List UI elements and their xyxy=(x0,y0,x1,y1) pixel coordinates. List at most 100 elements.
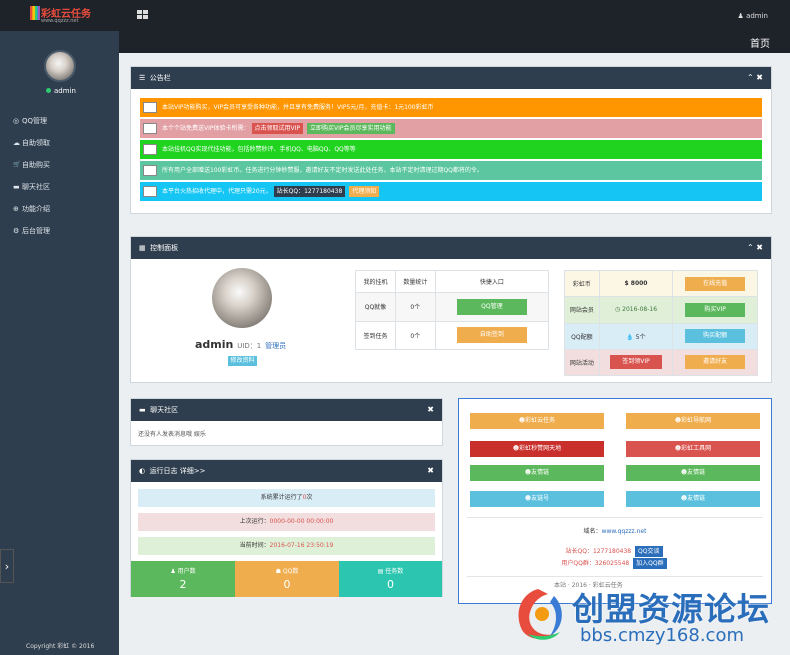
dashboard-icon: ▦ xyxy=(139,244,146,252)
admin-qq-chip[interactable]: 站长QQ：1277180438 xyxy=(273,186,346,197)
table-cell: 💧 5个 xyxy=(598,322,674,350)
table-cell: ◷ 2016-08-16 xyxy=(598,296,674,324)
runtime-panel-header: ◐ 运行日志 详细>> ✖ xyxy=(131,460,442,482)
sidebar-item-admin[interactable]: ⚙ 后台管理 xyxy=(13,225,113,247)
join-group-button[interactable]: 加入QQ群 xyxy=(633,558,667,569)
copyright: Copyright 彩虹 © 2016 xyxy=(26,643,95,650)
notice-row: 本站挂机QQ实现代挂功能，包括秒赞秒评、手机QQ、电脑QQ、QQ等等 xyxy=(140,140,762,159)
breadcrumb-home[interactable]: 首页 xyxy=(750,35,770,50)
page-header xyxy=(119,31,790,53)
table-cell: QQ就像 xyxy=(355,292,396,322)
self-signin-button[interactable]: 自助签到 xyxy=(456,327,527,344)
runtime-panel-title[interactable]: 运行日志 详细>> xyxy=(150,467,206,475)
notice-panel-title: 公告栏 xyxy=(149,74,171,82)
profile-avatar[interactable] xyxy=(212,268,272,328)
sidebar-avatar[interactable] xyxy=(44,50,76,82)
logo[interactable]: 彩虹云任务 www.qqzzz.net xyxy=(0,0,119,31)
sidebar-item-chat[interactable]: ▬ 聊天社区 xyxy=(13,181,113,203)
chat-panel-title: 聊天社区 xyxy=(150,406,179,414)
buy-vip-button[interactable]: 立即购买VIP会员尽享实用功能 xyxy=(307,123,395,134)
stats-row: ♟ 用户数 2 ☗ QQ数 0 ▤ 任务数 0 xyxy=(131,561,442,597)
new-badge-icon xyxy=(143,123,157,134)
sidebar-item-features[interactable]: ⊕ 功能介绍 xyxy=(13,203,113,225)
table-cell: 网站会员 xyxy=(564,296,600,324)
qq-chat-button[interactable]: QQ交谈 xyxy=(635,546,663,557)
table-header: 快捷入口 xyxy=(434,270,550,293)
domain-link[interactable]: www.qqzzz.net xyxy=(602,528,647,535)
control-panel-header: ▦ 控制面板 ⌃ ✖ xyxy=(131,237,771,259)
chat-panel-header: ▬ 聊天社区 ✖ xyxy=(131,399,442,421)
online-dot-icon xyxy=(46,88,51,93)
notice-row: 本个个站免费送VIP体验卡所需： 点击领取试用VIP 立即购买VIP会员尽享实用功能 xyxy=(140,119,762,138)
stat-qq: ☗ QQ数 0 xyxy=(235,561,339,597)
chat-icon: ▬ xyxy=(139,406,146,414)
table-cell: QQ配额 xyxy=(564,322,600,350)
table-cell: 0个 xyxy=(394,292,436,322)
logo-url: www.qqzzz.net xyxy=(41,18,79,24)
watermark-logo-icon xyxy=(518,589,562,640)
signin-vip-button[interactable]: 签到领VIP xyxy=(610,355,662,370)
runtime-panel: ◐ 运行日志 详细>> ✖ 系统累计运行了0次 上次运行：0000-00-00 0… xyxy=(130,459,443,597)
notice-panel-header: ☰ 公告栏 ⌃ ✖ xyxy=(131,67,771,89)
sidebar-item-claim[interactable]: ☁ 自助领取 xyxy=(13,137,113,159)
watermark: 创盟资源论坛 bbs.cmzy168.com xyxy=(508,578,790,655)
link-button[interactable]: ☻彩虹秒赞网天地 xyxy=(470,441,604,457)
watermark-title: 创盟资源论坛 xyxy=(572,590,771,628)
logo-mark xyxy=(30,6,41,20)
panel-tools[interactable]: ⌃ ✖ xyxy=(747,67,763,89)
runtime-line: 上次运行：0000-00-00 00:00:00 xyxy=(138,513,435,531)
sidebar: admin ◎ QQ管理 ☁ 自助领取 🛒 自助购买 ▬ 聊天社区 ⊕ 功能介绍 ⚙ 后台管… xyxy=(0,31,119,655)
qq-manage-button[interactable]: QQ管理 xyxy=(456,298,527,315)
sidebar-nav: ◎ QQ管理 ☁ 自助领取 🛒 自助购买 ▬ 聊天社区 ⊕ 功能介绍 ⚙ 后台管理 xyxy=(13,115,113,247)
runtime-line: 当前时间：2016-07-16 23:50:19 xyxy=(138,537,435,555)
user-menu[interactable]: ♟ admin xyxy=(738,12,768,20)
notice-row: 本平台火热招收代理中，代理只需20元， 站长QQ：1277180438 代理须知 xyxy=(140,182,762,201)
watermark-url: bbs.cmzy168.com xyxy=(580,625,745,646)
chat-panel: ▬ 聊天社区 ✖ 还没有人发表消息哦 娱乐 xyxy=(130,398,443,446)
control-panel: ▦ 控制面板 ⌃ ✖ admin UID：1 管理员 修改资料 我的挂机 数量统计快… xyxy=(130,236,772,383)
recharge-button[interactable]: 在线充值 xyxy=(685,276,746,291)
link-button[interactable]: ☻彩虹云任务 xyxy=(470,413,604,429)
table-cell: 网站活动 xyxy=(564,348,600,377)
table-header: 我的挂机 xyxy=(355,270,396,293)
buy-quota-button[interactable]: 购买配额 xyxy=(685,329,746,344)
close-icon[interactable]: ✖ xyxy=(427,460,434,482)
runtime-line: 系统累计运行了0次 xyxy=(138,489,435,507)
user-name: admin xyxy=(746,12,768,20)
sidebar-item-buy[interactable]: 🛒 自助购买 xyxy=(13,159,113,181)
profile-line: admin UID：1 管理员 xyxy=(195,338,286,351)
account-table: 彩虹币 $ 8000 在线充值 网站会员 ◷ 2016-08-16 购买VIP QQ配额… xyxy=(564,269,758,377)
link-button[interactable]: ☻友情链 xyxy=(626,491,760,507)
table-header: 数量统计 xyxy=(394,270,436,293)
qq-icon: ☗ xyxy=(275,568,281,575)
sidebar-toggle-button[interactable]: › xyxy=(0,549,14,583)
link-button[interactable]: ☻彩虹导航网 xyxy=(626,413,760,429)
qq-icon: ◎ xyxy=(13,117,20,125)
task-icon: ▤ xyxy=(377,568,384,575)
link-button[interactable]: ☻友情链 xyxy=(626,465,760,481)
link-button[interactable]: ☻友情链 xyxy=(470,465,604,481)
task-table: 我的挂机 数量统计 快捷入口 QQ就像 0个 QQ管理 签到任务 0个 自助签到 xyxy=(355,270,550,350)
buy-vip-button[interactable]: 购买VIP xyxy=(685,302,746,317)
claim-vip-button[interactable]: 点击领取试用VIP xyxy=(251,123,303,134)
agent-notice-button[interactable]: 代理须知 xyxy=(349,186,380,197)
stat-users: ♟ 用户数 2 xyxy=(131,561,235,597)
panel-tools[interactable]: ⌃ ✖ xyxy=(747,237,763,259)
sidebar-item-qq[interactable]: ◎ QQ管理 xyxy=(13,115,113,137)
notice-panel: ☰ 公告栏 ⌃ ✖ 本站VIP功能购买，VIP会员可享受各种功能，并且享有免费服务… xyxy=(130,66,772,214)
menu-toggle-icon[interactable] xyxy=(137,10,148,19)
user-icon: ♟ xyxy=(170,568,176,575)
list-icon: ☰ xyxy=(139,74,146,82)
link-button[interactable]: ☻友链号 xyxy=(470,491,604,507)
profile-role[interactable]: 管理员 xyxy=(265,342,286,350)
invite-friends-button[interactable]: 邀请好友 xyxy=(685,355,746,370)
profile-name: admin xyxy=(195,338,234,351)
edit-profile-button[interactable]: 修改资料 xyxy=(228,356,257,366)
gear-icon: ⚙ xyxy=(13,227,20,235)
top-bar: 彩虹云任务 www.qqzzz.net ♟ admin xyxy=(0,0,790,31)
new-badge-icon xyxy=(143,102,157,113)
close-icon[interactable]: ✖ xyxy=(427,399,434,421)
table-cell: $ 8000 xyxy=(598,269,674,298)
info-icon: ⊕ xyxy=(13,205,19,213)
link-button[interactable]: ☻彩虹工具网 xyxy=(626,441,760,457)
